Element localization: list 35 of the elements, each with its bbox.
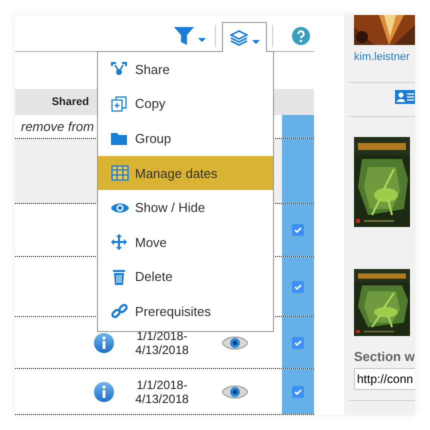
menu-item[interactable]: Share (98, 52, 273, 87)
link-icon (111, 303, 129, 320)
checkbox[interactable] (292, 224, 304, 236)
contact-card-icon (395, 90, 415, 104)
date-range-text: 1/1/2018- 4/13/2018 (135, 378, 189, 406)
table-cell: remove from (21, 119, 94, 134)
checkbox[interactable] (292, 336, 304, 348)
menu-item[interactable]: Show / Hide (98, 190, 273, 225)
copy-icon (111, 96, 129, 112)
folder-icon (111, 130, 129, 146)
checkbox[interactable] (292, 280, 304, 292)
menu-item[interactable]: Move (98, 224, 273, 260)
caret-icon (252, 40, 260, 44)
checkbox[interactable] (292, 386, 304, 398)
layers-icon (230, 30, 248, 46)
info-icon (94, 382, 114, 402)
grid-icon (111, 165, 129, 182)
move-arrows-icon (111, 234, 129, 250)
menu-item[interactable]: Group (98, 121, 273, 156)
menu-item[interactable]: Manage dates (98, 156, 273, 190)
menu-item[interactable]: Prerequisites (98, 294, 273, 329)
help-icon (292, 27, 310, 45)
eye-icon (222, 384, 248, 400)
column-header: Shared (50, 96, 89, 108)
user-link[interactable]: kim.leistner (354, 51, 415, 63)
layers-button[interactable] (222, 22, 267, 52)
menu-item[interactable]: Copy (98, 86, 273, 122)
section-label: Section w (354, 349, 415, 364)
filter-icon (174, 26, 194, 46)
eye-icon (222, 334, 248, 350)
menu-item[interactable]: Delete (98, 260, 273, 294)
date-range-text: 1/1/2018- 4/13/2018 (135, 328, 189, 356)
share-icon (111, 61, 129, 78)
url-field[interactable]: http://conn (354, 368, 415, 390)
caret-icon (198, 38, 206, 42)
